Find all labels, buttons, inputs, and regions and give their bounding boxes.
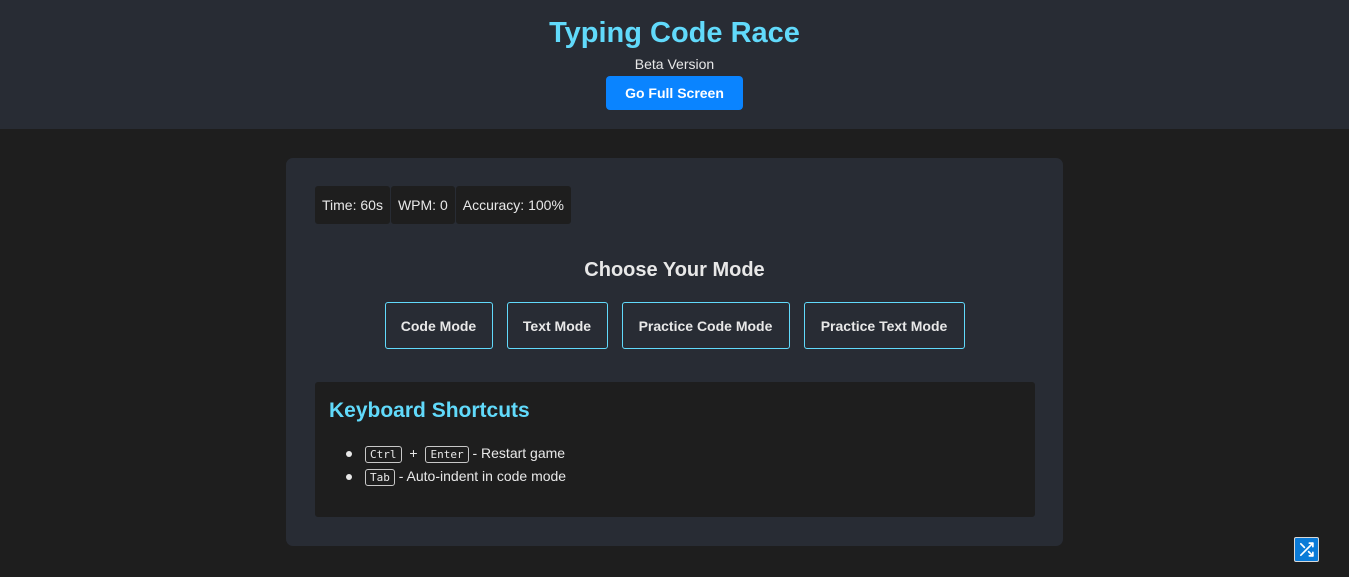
app-title: Typing Code Race — [549, 17, 800, 49]
tab-key: Tab — [365, 468, 395, 486]
shuffle-button[interactable] — [1294, 537, 1319, 562]
enter-key: Enter — [425, 445, 469, 463]
go-full-screen-button[interactable]: Go Full Screen — [606, 76, 743, 110]
bullet-icon — [346, 474, 352, 480]
accuracy-stat: Accuracy: 100% — [455, 186, 571, 224]
bullet-icon — [346, 451, 352, 457]
shortcuts-title: Keyboard Shortcuts — [329, 399, 530, 422]
practice-code-mode-button[interactable]: Practice Code Mode — [621, 302, 790, 349]
practice-text-mode-button[interactable]: Practice Text Mode — [803, 302, 965, 349]
shuffle-icon — [1299, 542, 1314, 557]
keyboard-shortcuts-panel: Keyboard Shortcuts Ctrl + Enter - Restar… — [315, 382, 1035, 517]
list-item: Tab - Auto-indent in code mode — [346, 467, 566, 490]
ctrl-key: Ctrl — [365, 445, 402, 463]
text-mode-button[interactable]: Text Mode — [506, 302, 608, 349]
version-label: Beta Version — [634, 56, 715, 72]
wpm-stat: WPM: 0 — [390, 186, 455, 224]
stats-bar: Time: 60s WPM: 0 Accuracy: 100% — [315, 186, 571, 224]
game-panel: Time: 60s WPM: 0 Accuracy: 100% Choose Y… — [286, 158, 1063, 546]
shortcut-description: - Restart game — [472, 445, 566, 461]
list-item: Ctrl + Enter - Restart game — [346, 444, 566, 467]
time-stat: Time: 60s — [315, 186, 390, 224]
mode-heading: Choose Your Mode — [584, 259, 765, 281]
shortcut-list: Ctrl + Enter - Restart game Tab - Auto-i… — [346, 444, 566, 490]
app-header: Typing Code Race Beta Version Go Full Sc… — [0, 0, 1349, 129]
key-joiner: + — [409, 445, 418, 461]
mode-selector: Code Mode Text Mode Practice Code Mode P… — [286, 302, 1063, 349]
shortcut-description: - Auto-indent in code mode — [398, 468, 567, 484]
code-mode-button[interactable]: Code Mode — [384, 302, 493, 349]
